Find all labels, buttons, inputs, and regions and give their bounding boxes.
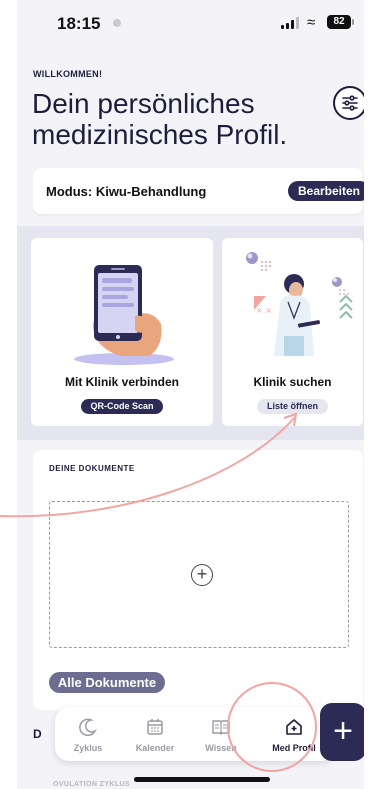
phone-edge-right xyxy=(364,0,381,789)
documents-card: DEINE DOKUMENTE + Alle Dokumente xyxy=(33,450,363,710)
tab-wissen-label: Wissen xyxy=(205,743,237,753)
phone-edge-left xyxy=(0,0,17,789)
moon-icon xyxy=(79,718,97,737)
battery-icon: 82 xyxy=(327,15,351,29)
tab-bar: Zyklus Kalender Wissen Med Profil xyxy=(55,707,335,761)
location-icon xyxy=(113,19,121,27)
tab-zyklus-label: Zyklus xyxy=(73,743,103,753)
page-title-line2: medizinisches Profil. xyxy=(32,119,288,150)
qr-scan-button[interactable]: QR-Code Scan xyxy=(81,399,163,414)
home-indicator xyxy=(134,777,270,782)
sliders-icon xyxy=(342,95,358,111)
tab-kalender-label: Kalender xyxy=(135,743,175,753)
house-plus-icon xyxy=(286,719,302,735)
find-clinic-card[interactable]: × × Klinik suchen Liste öffnen xyxy=(222,238,363,426)
edit-mode-button[interactable]: Bearbeiten xyxy=(288,181,364,201)
next-card-label-partial: OVULATION ZYKLUS xyxy=(53,781,131,788)
phone-in-hand-illustration xyxy=(74,265,174,365)
document-dropzone[interactable]: + xyxy=(49,501,349,648)
page-title-line1: Dein persönliches xyxy=(32,88,255,119)
wifi-icon: ≈ xyxy=(307,14,316,31)
all-documents-button[interactable]: Alle Dokumente xyxy=(49,672,165,693)
svg-text:× ×: × × xyxy=(256,306,272,315)
status-time: 18:15 xyxy=(57,14,101,33)
add-fab-button[interactable]: + xyxy=(320,703,364,761)
doctor-illustration: × × xyxy=(246,252,353,356)
mode-label: Modus: Kiwu-Behandlung xyxy=(46,184,207,199)
welcome-label: WILLKOMMEN! xyxy=(33,69,103,79)
find-clinic-title: Klinik suchen xyxy=(253,375,332,389)
status-bar: 18:15 ≈ 82 xyxy=(17,0,364,48)
documents-title: DEINE DOKUMENTE xyxy=(49,464,135,473)
add-document-icon[interactable]: + xyxy=(191,564,213,586)
signal-icon xyxy=(281,17,303,29)
calendar-icon xyxy=(147,719,163,735)
filter-button[interactable] xyxy=(333,86,364,120)
tab-wissen[interactable]: Wissen xyxy=(189,707,253,761)
app-screen: 18:15 ≈ 82 WILLKOMMEN! Dein persönliches… xyxy=(17,0,364,789)
mode-card: Modus: Kiwu-Behandlung Bearbeiten xyxy=(33,168,364,214)
tab-kalender[interactable]: Kalender xyxy=(121,707,189,761)
open-list-button[interactable]: Liste öffnen xyxy=(257,399,328,414)
tab-zyklus[interactable]: Zyklus xyxy=(55,707,121,761)
battery-tip xyxy=(352,19,354,25)
connect-clinic-title: Mit Klinik verbinden xyxy=(64,375,179,389)
connect-clinic-card[interactable]: Mit Klinik verbinden QR-Code Scan xyxy=(31,238,213,426)
page-title: Dein persönliches medizinisches Profil. xyxy=(32,88,322,150)
next-section-title-partial: D xyxy=(33,727,42,741)
book-icon xyxy=(212,720,230,735)
